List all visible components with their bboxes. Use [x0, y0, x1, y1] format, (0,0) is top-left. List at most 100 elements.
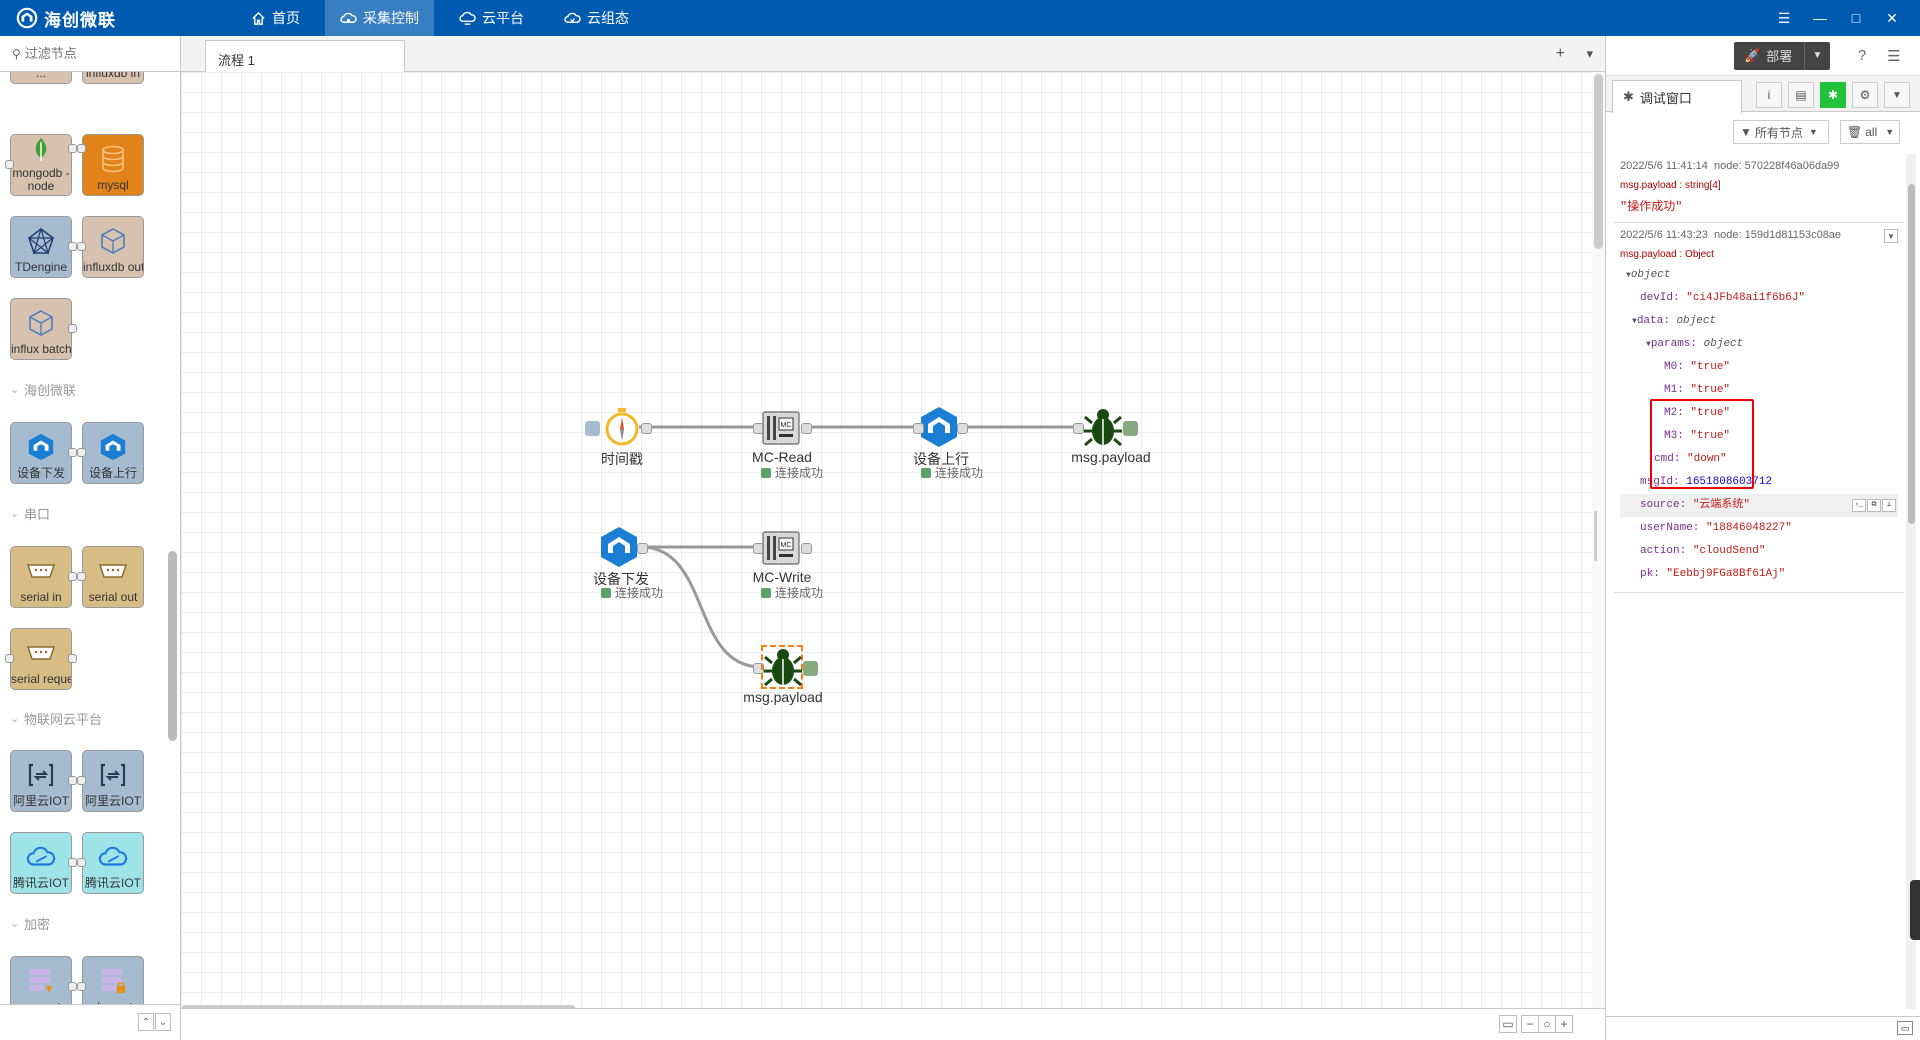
input-port[interactable] — [913, 423, 924, 434]
wire[interactable] — [640, 545, 762, 669]
chevron-down-icon[interactable]: ▼ — [1884, 82, 1910, 108]
palette-node-serial-out[interactable]: serial out — [82, 546, 144, 608]
tree-row-source: source: "云端系统" ›_ ⧉ ⊥ — [1620, 494, 1898, 517]
filter-input[interactable] — [24, 46, 165, 61]
palette-node-tencent-iot-out[interactable]: 腾讯云IOT — [82, 832, 144, 894]
palette-node-serial-in[interactable]: serial in — [10, 546, 72, 608]
palette-node-mysql[interactable]: mysql — [82, 134, 144, 196]
palette-category-label: 物联网云平台 — [24, 712, 103, 727]
palette-category-haichuang[interactable]: ⌄ 海创微联 — [10, 380, 76, 399]
clear-dropdown[interactable]: 🗑 all ▼ — [1840, 120, 1900, 144]
output-port[interactable] — [641, 423, 652, 434]
palette-node-truncated-1[interactable]: ... — [10, 72, 72, 84]
palette-node-label: mysql — [97, 178, 129, 192]
palette-scrollbar[interactable] — [168, 551, 177, 741]
palette-node-encrypt[interactable]: encrypt — [10, 956, 72, 1004]
serial-port-icon — [98, 556, 128, 586]
node-label: msg.payload — [1071, 449, 1151, 465]
palette-filter[interactable]: ⚲ — [0, 36, 180, 72]
serial-port-icon — [26, 638, 56, 668]
palette-category-encrypt[interactable]: ⌄ 加密 — [10, 914, 50, 933]
palette-category-serial[interactable]: ⌄ 串口 — [10, 504, 50, 523]
monitor-icon[interactable]: ▭ — [1897, 1021, 1913, 1035]
pin-icon[interactable]: ⊥ — [1882, 499, 1896, 512]
nav-cloud-platform[interactable]: 云平台 — [444, 0, 539, 36]
message-menu-icon[interactable]: ▼ — [1884, 229, 1898, 243]
plc-device-icon: MC — [762, 411, 800, 445]
svg-text:MC: MC — [781, 542, 792, 549]
output-port[interactable] — [637, 543, 648, 554]
flow-list-dropdown[interactable]: ▾ — [1586, 36, 1593, 72]
gear-icon[interactable]: ⚙ — [1852, 82, 1878, 108]
palette-node-decrypt[interactable]: decrypt — [82, 956, 144, 1004]
debug-toggle-button[interactable] — [1123, 421, 1138, 436]
edge-handle[interactable] — [1910, 880, 1920, 940]
output-port[interactable] — [801, 423, 812, 434]
input-port — [77, 982, 86, 991]
scroll-thumb[interactable] — [1594, 74, 1603, 249]
palette-node-aliyun-iot-out[interactable]: 阿里云IOT — [82, 750, 144, 812]
scroll-thumb[interactable] — [1908, 184, 1915, 524]
collapse-all-icon[interactable]: ⌃ — [138, 1013, 154, 1031]
palette-node-truncated-2[interactable]: influxdb in — [82, 72, 144, 84]
debug-active-icon[interactable]: ✱ — [1820, 82, 1846, 108]
palette-node-label: TDengine — [14, 260, 68, 274]
inject-button[interactable] — [585, 421, 600, 436]
input-port — [77, 144, 86, 153]
minimize-button[interactable]: — — [1802, 0, 1838, 36]
palette-node-mongodb[interactable]: mongodb - node — [10, 134, 72, 196]
zoom-in-button[interactable]: + — [1555, 1015, 1573, 1033]
node-filter-dropdown[interactable]: ▼ 所有节点 ▼ — [1733, 120, 1829, 144]
palette-node-aliyun-iot-in[interactable]: 阿里云IOT — [10, 750, 72, 812]
info-icon[interactable]: i — [1756, 82, 1782, 108]
zoom-out-button[interactable]: − — [1521, 1015, 1539, 1033]
palette-node-influxdb-out[interactable]: influxdb out — [82, 216, 144, 278]
deploy-button[interactable]: 🚀 部署 ▼ — [1734, 41, 1830, 70]
input-port — [77, 776, 86, 785]
debug-message-1[interactable]: 2022/5/6 11:41:14 node: 570228f46a06da99… — [1614, 154, 1904, 223]
flow-canvas[interactable]: 时间戳 MC MC-Read 连接成功 设备上行 连接成功 msg.payloa… — [181, 72, 1592, 1008]
tree-row-data[interactable]: ▼data: object — [1620, 310, 1898, 333]
status-dot — [921, 467, 931, 478]
nav-collection-label: 采集控制 — [363, 10, 419, 26]
palette-node-tencent-iot-in[interactable]: 腾讯云IOT — [10, 832, 72, 894]
tree-row-params[interactable]: ▼params: object — [1620, 333, 1898, 356]
palette-node-label: 设备下发 — [16, 466, 65, 480]
palette-node-serial-request[interactable]: serial reque — [10, 628, 72, 690]
help-icon[interactable]: ? — [1846, 42, 1878, 70]
maximize-button[interactable]: □ — [1838, 0, 1874, 36]
palette-category-iot-cloud[interactable]: ⌄ 物联网云平台 — [10, 709, 102, 728]
tab-label: 调试窗口 — [1639, 90, 1692, 106]
output-port[interactable] — [801, 543, 812, 554]
palette-node-influx-batch[interactable]: influx batch — [10, 298, 72, 360]
input-port — [5, 160, 14, 169]
decrypt-icon — [98, 966, 128, 996]
debug-toggle-button[interactable] — [803, 661, 818, 676]
nav-collection-control[interactable]: 采集控制 — [325, 0, 434, 36]
sidebar-resize-handle[interactable] — [1594, 511, 1597, 561]
database-icon — [98, 144, 128, 174]
expand-all-icon[interactable]: ⌄ — [155, 1013, 171, 1031]
book-icon[interactable]: ▤ — [1788, 82, 1814, 108]
palette-node-device-down[interactable]: 设备下发 — [10, 422, 72, 484]
add-flow-button[interactable]: + — [1556, 36, 1565, 72]
copy-value-icon[interactable]: ⧉ — [1867, 499, 1881, 512]
deploy-dropdown-icon[interactable]: ▼ — [1804, 41, 1830, 70]
tree-root[interactable]: ▼object — [1620, 264, 1898, 287]
menu-button[interactable]: ☰ — [1766, 0, 1802, 36]
close-button[interactable]: ✕ — [1874, 0, 1910, 36]
nav-home[interactable]: 首页 — [236, 0, 315, 36]
palette-node-tdengine[interactable]: TDengine — [10, 216, 72, 278]
highlight-box — [1650, 399, 1754, 489]
tab-flow-1[interactable]: 流程 1 — [205, 40, 405, 73]
zoom-reset-button[interactable]: ○ — [1538, 1015, 1556, 1033]
hamburger-menu-icon[interactable]: ☰ — [1878, 42, 1910, 70]
palette-node-device-up[interactable]: 设备上行 — [82, 422, 144, 484]
copy-path-icon[interactable]: ›_ — [1852, 499, 1866, 512]
navigator-icon[interactable]: ▭ — [1499, 1015, 1517, 1033]
flow-tab-bar: 流程 1 + ▾ — [181, 36, 1605, 73]
nav-cloud-config[interactable]: 云组态 — [549, 0, 644, 36]
tab-debug[interactable]: ✱ 调试窗口 — [1612, 80, 1742, 113]
output-port[interactable] — [957, 423, 968, 434]
nav-cloud-config-label: 云组态 — [587, 10, 629, 26]
